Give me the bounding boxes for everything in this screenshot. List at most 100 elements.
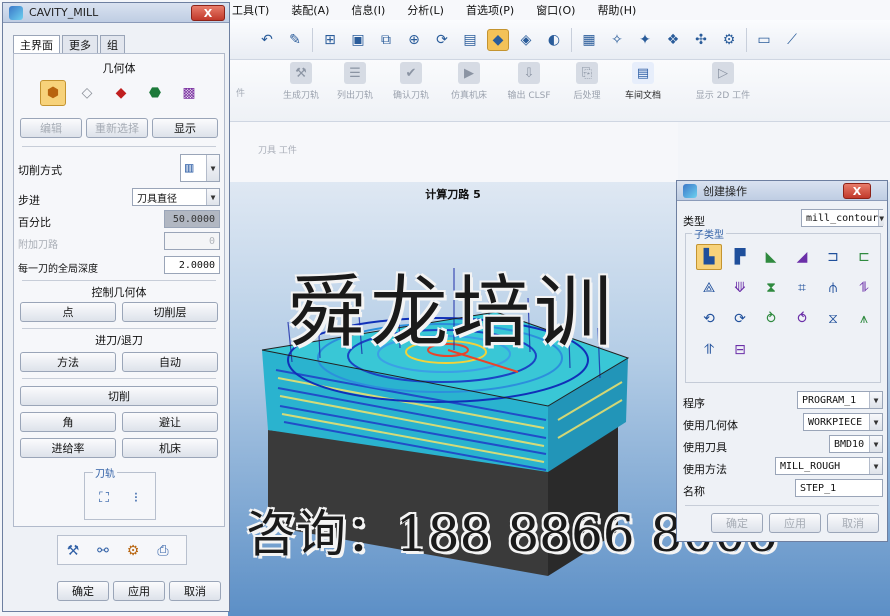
- streamline-subtype-icon[interactable]: ⌗: [789, 275, 815, 301]
- tool-select[interactable]: BMD10 ▼: [829, 435, 883, 453]
- toolpath-list-icon[interactable]: ⁝: [123, 485, 149, 511]
- menu-info[interactable]: 信息(I): [351, 2, 385, 18]
- contour-text-subtype-icon[interactable]: ⥣: [696, 337, 722, 363]
- csys-icon[interactable]: ✦: [634, 29, 656, 51]
- ok-button[interactable]: 确定: [711, 513, 763, 533]
- cancel-button[interactable]: 取消: [169, 581, 221, 601]
- apply-button[interactable]: 应用: [113, 581, 165, 601]
- machine-button[interactable]: 机床: [122, 438, 218, 458]
- display-geometry-button[interactable]: 显示: [152, 118, 218, 138]
- flowcut-single-subtype-icon[interactable]: ⟲: [696, 306, 722, 332]
- part-geometry-icon[interactable]: ◇: [74, 80, 100, 106]
- corner-button[interactable]: 角: [20, 412, 116, 432]
- zlevel-corner-subtype-icon[interactable]: ⊏: [851, 244, 877, 270]
- cube-view-icon[interactable]: ◈: [515, 29, 537, 51]
- menu-preferences[interactable]: 首选项(P): [466, 2, 514, 18]
- type-select[interactable]: mill_contour ▼: [801, 209, 885, 227]
- cancel-button[interactable]: 取消: [827, 513, 879, 533]
- simulate-machine-button[interactable]: ▶ 仿真机床: [440, 62, 498, 112]
- corner-rough-subtype-icon[interactable]: ◣: [758, 244, 784, 270]
- automatic-button[interactable]: 自动: [122, 352, 218, 372]
- tools-icon[interactable]: ⚙: [718, 29, 740, 51]
- method-select[interactable]: MILL_ROUGH ▼: [775, 457, 883, 475]
- list-toolpath-button[interactable]: ☰ 列出刀轨: [326, 62, 384, 112]
- contour-surface-subtype-icon[interactable]: ⧗: [758, 275, 784, 301]
- close-button[interactable]: X: [191, 5, 225, 21]
- tool-label: 使用刀具: [683, 441, 727, 454]
- zoom-icon[interactable]: ⊕: [403, 29, 425, 51]
- menu-analysis[interactable]: 分析(L): [407, 2, 444, 18]
- check-geometry-icon[interactable]: ⬣: [142, 80, 168, 106]
- rest-mill-subtype-icon[interactable]: ◢: [789, 244, 815, 270]
- display-mode-icon[interactable]: ◐: [543, 29, 565, 51]
- depth-per-cut-input[interactable]: 2.0000: [164, 256, 220, 274]
- contour-area-dir-steep-subtype-icon[interactable]: ⥮: [851, 275, 877, 301]
- close-button[interactable]: X: [843, 183, 871, 199]
- replay-icon[interactable]: ⚯: [90, 538, 116, 564]
- blank-geometry-icon[interactable]: ◆: [108, 80, 134, 106]
- stepover-select[interactable]: 刀具直径 ▼: [132, 188, 220, 206]
- fixed-contour-subtype-icon[interactable]: ⟁: [696, 275, 722, 301]
- apply-button[interactable]: 应用: [769, 513, 821, 533]
- cut-pattern-select[interactable]: ▥ ▼: [180, 154, 220, 182]
- ok-button[interactable]: 确定: [57, 581, 109, 601]
- replay-toolpath-icon[interactable]: ⛶: [91, 485, 117, 511]
- cut-levels-button[interactable]: 切削层: [122, 302, 218, 322]
- cavity-mill-subtype-icon[interactable]: ▙: [696, 244, 722, 270]
- contour-area-subtype-icon[interactable]: ⟱: [727, 275, 753, 301]
- reselect-geometry-button[interactable]: 重新选择: [86, 118, 148, 138]
- zoom-window-icon[interactable]: ▣: [347, 29, 369, 51]
- contour-area-non-steep-subtype-icon[interactable]: ⫛: [820, 275, 846, 301]
- measure-icon[interactable]: ⟋: [781, 29, 803, 51]
- assembly-icon[interactable]: ✣: [690, 29, 712, 51]
- zlevel-profile-subtype-icon[interactable]: ⊐: [820, 244, 846, 270]
- program-select[interactable]: PROGRAM_1 ▼: [797, 391, 883, 409]
- shop-docs-button[interactable]: ▤ 车间文档: [614, 62, 672, 112]
- points-button[interactable]: 点: [20, 302, 116, 322]
- feeds-button[interactable]: 进给率: [20, 438, 116, 458]
- additional-passes-input[interactable]: 0: [164, 232, 220, 250]
- trim-geometry-icon[interactable]: ▩: [176, 80, 202, 106]
- verify-icon[interactable]: ⚙: [120, 538, 146, 564]
- layer-icon[interactable]: ▦: [578, 29, 600, 51]
- flowcut-smooth-subtype-icon[interactable]: ⥀: [789, 306, 815, 332]
- menu-help[interactable]: 帮助(H): [597, 2, 636, 18]
- shaded-view-icon[interactable]: ◆: [487, 28, 509, 51]
- plunge-mill-subtype-icon[interactable]: ▛: [727, 244, 753, 270]
- output-clsf-button[interactable]: ⇩ 输出 CLSF: [500, 62, 558, 112]
- postprocess-button[interactable]: ⎘ 后处理: [558, 62, 616, 112]
- generate-toolpath-button[interactable]: ⚒ 生成刀轨: [272, 62, 330, 112]
- mill-geometry-icon[interactable]: ⬢: [40, 80, 66, 106]
- rotate-icon[interactable]: ⟳: [431, 29, 453, 51]
- flowcut-ref-tool-subtype-icon[interactable]: ⥁: [758, 306, 784, 332]
- avoidance-button[interactable]: 避让: [122, 412, 218, 432]
- part-icon[interactable]: ❖: [662, 29, 684, 51]
- method-button[interactable]: 方法: [20, 352, 116, 372]
- undo-icon[interactable]: ↶: [256, 29, 278, 51]
- tab-more[interactable]: 更多: [62, 35, 98, 53]
- edit-geometry-button[interactable]: 编辑: [20, 118, 82, 138]
- profile-3d-subtype-icon[interactable]: ⩚: [851, 306, 877, 332]
- flowcut-multiple-subtype-icon[interactable]: ⟳: [727, 306, 753, 332]
- verify-toolpath-button[interactable]: ✔ 确认刀轨: [382, 62, 440, 112]
- geometry-select[interactable]: WORKPIECE ▼: [803, 413, 883, 431]
- menu-assembly[interactable]: 装配(A): [291, 2, 329, 18]
- ruler-icon[interactable]: ▭: [753, 29, 775, 51]
- menu-tools[interactable]: 工具(T): [232, 2, 269, 18]
- solid-profile-3d-subtype-icon[interactable]: ⧖: [820, 306, 846, 332]
- generate-icon[interactable]: ⚒: [60, 538, 86, 564]
- mill-user-subtype-icon[interactable]: ⊟: [727, 337, 753, 363]
- tab-group[interactable]: 组: [100, 35, 125, 53]
- select-icon[interactable]: ✎: [284, 29, 306, 51]
- percent-input[interactable]: 50.0000: [164, 210, 220, 228]
- menu-window[interactable]: 窗口(O): [536, 2, 575, 18]
- cutting-button[interactable]: 切削: [20, 386, 218, 406]
- display-2d-workpiece-button[interactable]: ▷ 显示 2D 工件: [688, 62, 758, 112]
- name-input[interactable]: STEP_1: [795, 479, 883, 497]
- tab-main[interactable]: 主界面: [13, 35, 60, 53]
- fit-icon[interactable]: ⊞: [319, 29, 341, 51]
- axis-icon[interactable]: ✧: [606, 29, 628, 51]
- view-icon[interactable]: ▤: [459, 29, 481, 51]
- zoom-box-icon[interactable]: ⧉: [375, 29, 397, 51]
- list-icon[interactable]: ⎙: [150, 538, 176, 564]
